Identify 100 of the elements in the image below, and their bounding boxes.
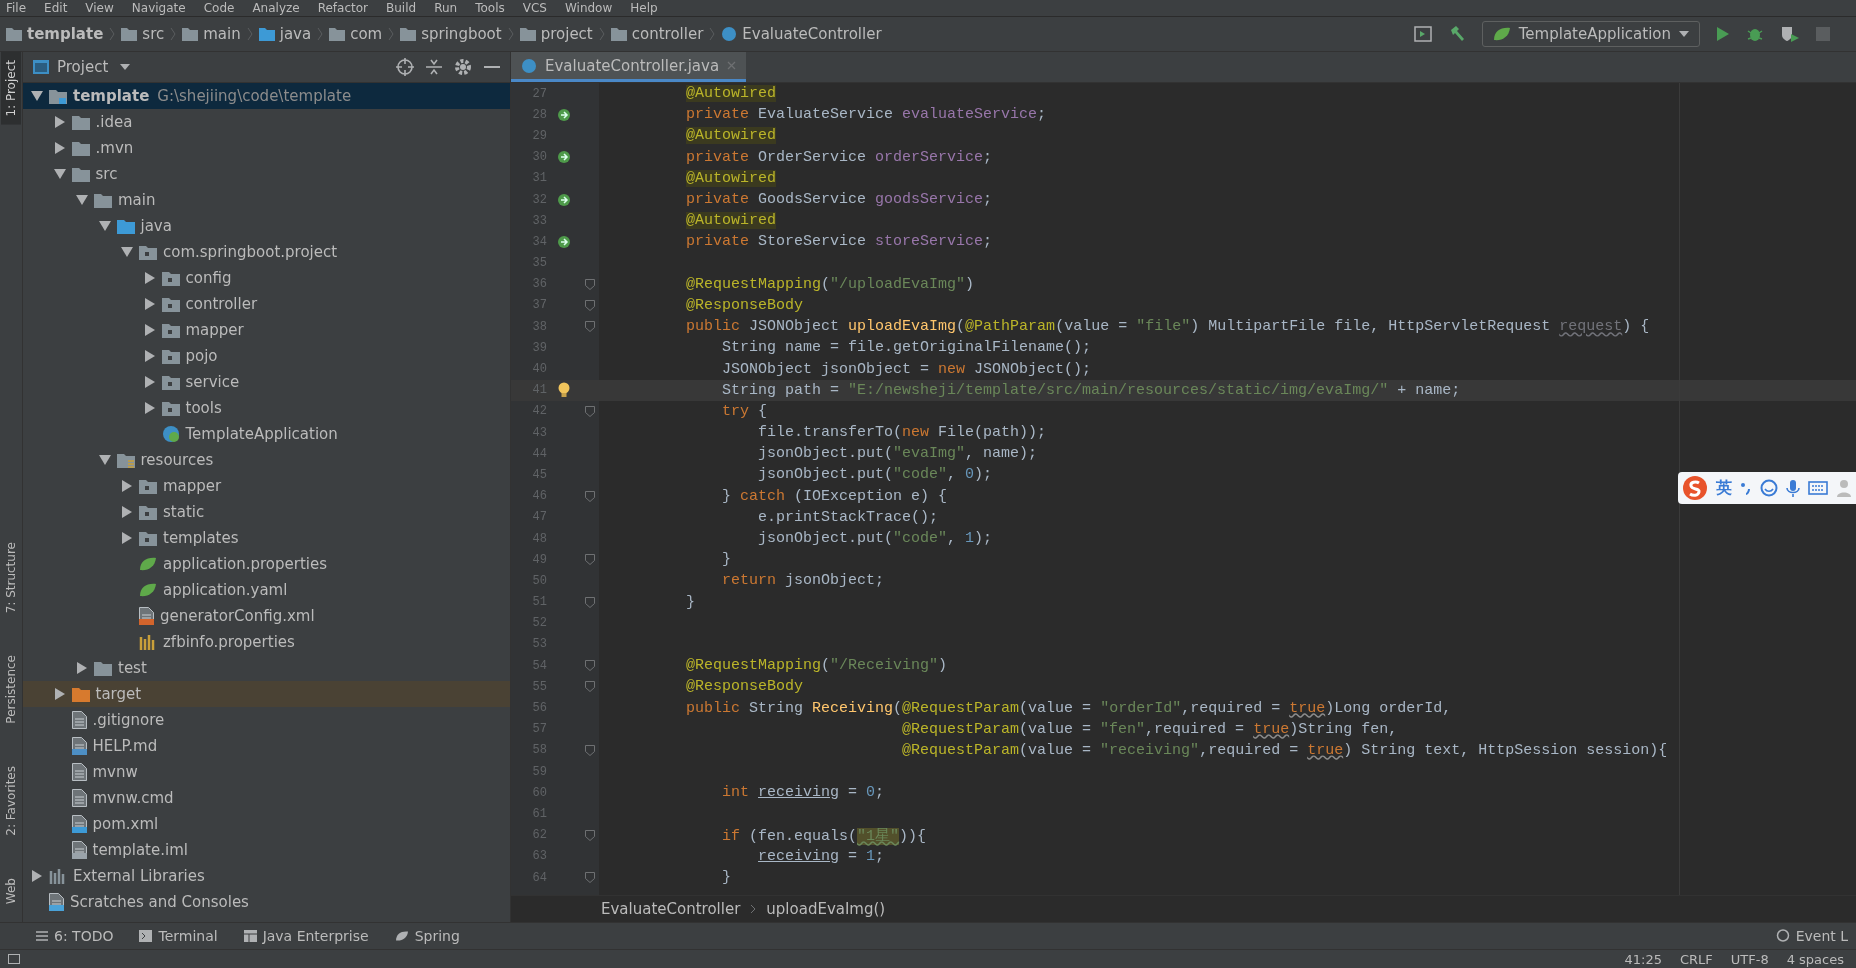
collapsed-arrow-icon[interactable] bbox=[143, 350, 156, 362]
line-separator-selector[interactable]: CRLF bbox=[1679, 951, 1713, 967]
tree-item[interactable]: generatorConfig.xml bbox=[23, 603, 510, 629]
ime-toolbar[interactable]: 英 bbox=[1678, 472, 1856, 504]
breadcrumb-item[interactable]: src bbox=[121, 25, 165, 43]
fold-icon[interactable] bbox=[585, 490, 595, 502]
tree-item[interactable]: resources bbox=[23, 447, 510, 473]
collapsed-arrow-icon[interactable] bbox=[143, 324, 156, 336]
bean-icon[interactable] bbox=[557, 192, 571, 207]
tree-item[interactable]: .idea bbox=[23, 109, 510, 135]
bean-icon[interactable] bbox=[557, 150, 571, 165]
menu-item[interactable]: Window bbox=[564, 0, 613, 16]
fold-icon[interactable] bbox=[585, 596, 595, 608]
menu-item[interactable]: Navigate bbox=[131, 0, 186, 16]
collapsed-arrow-icon[interactable] bbox=[53, 116, 66, 128]
menu-item[interactable]: View bbox=[85, 0, 114, 16]
fold-icon[interactable] bbox=[585, 829, 595, 841]
tree-item[interactable]: main bbox=[23, 187, 510, 213]
tool-window-tab[interactable]: 6: TODO bbox=[36, 928, 114, 944]
run-icon[interactable] bbox=[1716, 26, 1730, 42]
menu-item[interactable]: Edit bbox=[44, 0, 68, 16]
tree-item[interactable]: com.springboot.project bbox=[23, 239, 510, 265]
side-tab[interactable]: Web bbox=[1, 869, 21, 912]
breadcrumb-item[interactable]: EvaluateController bbox=[721, 25, 882, 43]
run-configuration-dropdown[interactable]: TemplateApplication bbox=[1481, 21, 1700, 47]
tree-item[interactable]: TemplateApplication bbox=[23, 421, 510, 447]
breadcrumb-item[interactable]: main bbox=[182, 25, 241, 43]
tree-item[interactable]: service bbox=[23, 369, 510, 395]
menu-item[interactable]: Run bbox=[434, 0, 458, 16]
collapsed-arrow-icon[interactable] bbox=[143, 298, 156, 310]
tool-window-tab[interactable]: Terminal bbox=[139, 928, 218, 944]
tree-item[interactable]: controller bbox=[23, 291, 510, 317]
tree-item[interactable]: application.properties bbox=[23, 551, 510, 577]
collapsed-arrow-icon[interactable] bbox=[143, 272, 156, 284]
encoding-selector[interactable]: UTF-8 bbox=[1730, 951, 1769, 967]
fold-icon[interactable] bbox=[585, 660, 595, 672]
fold-icon[interactable] bbox=[585, 405, 595, 417]
fold-icon[interactable] bbox=[585, 744, 595, 756]
tree-item[interactable]: mapper bbox=[23, 317, 510, 343]
fold-icon[interactable] bbox=[585, 554, 595, 566]
breadcrumb-item[interactable]: uploadEvaImg() bbox=[766, 900, 886, 918]
window-icon[interactable] bbox=[1413, 26, 1432, 42]
tree-item[interactable]: .gitignore bbox=[23, 707, 510, 733]
editor-tab[interactable]: EvaluateController.java bbox=[511, 52, 747, 82]
menu-item[interactable]: Tools bbox=[475, 0, 505, 16]
tool-window-tab[interactable]: Spring bbox=[394, 928, 460, 944]
tree-item[interactable]: src bbox=[23, 161, 510, 187]
tree-item[interactable]: .mvn bbox=[23, 135, 510, 161]
tree-item[interactable]: zfbinfo.properties bbox=[23, 629, 510, 655]
expanded-arrow-icon[interactable] bbox=[31, 91, 43, 101]
collapsed-arrow-icon[interactable] bbox=[53, 688, 66, 700]
collapse-icon[interactable] bbox=[426, 58, 442, 76]
tree-item[interactable]: target bbox=[23, 681, 510, 707]
breadcrumb-item[interactable]: controller bbox=[610, 25, 704, 43]
side-tab[interactable]: 2: Favorites bbox=[1, 758, 21, 844]
menu-item[interactable]: Refactor bbox=[317, 0, 369, 16]
collapsed-arrow-icon[interactable] bbox=[53, 142, 66, 154]
fold-icon[interactable] bbox=[585, 299, 595, 311]
breadcrumb-item[interactable]: com bbox=[329, 25, 383, 43]
tree-item[interactable]: test bbox=[23, 655, 510, 681]
menu-item[interactable]: VCS bbox=[522, 0, 547, 16]
square-icon[interactable] bbox=[8, 954, 20, 964]
breadcrumb-item[interactable]: java bbox=[258, 25, 312, 43]
tool-window-tab[interactable]: Java Enterprise bbox=[243, 928, 369, 944]
tree-item[interactable]: templates bbox=[23, 525, 510, 551]
minimize-icon[interactable] bbox=[484, 65, 500, 69]
tool-window-tab[interactable]: Event L bbox=[1775, 928, 1848, 944]
collapsed-arrow-icon[interactable] bbox=[121, 506, 133, 518]
fold-icon[interactable] bbox=[585, 681, 595, 693]
collapsed-arrow-icon[interactable] bbox=[143, 376, 156, 388]
breadcrumb-item[interactable]: springboot bbox=[400, 25, 502, 43]
tree-item[interactable]: mvnw bbox=[23, 759, 510, 785]
breadcrumb-item[interactable]: project bbox=[519, 25, 593, 43]
lightbulb-icon[interactable] bbox=[558, 382, 570, 399]
fold-icon[interactable] bbox=[585, 278, 595, 290]
breadcrumb-item[interactable]: template bbox=[6, 25, 104, 43]
cursor-position[interactable]: 41:25 bbox=[1624, 951, 1662, 967]
tree-item[interactable]: HELP.md bbox=[23, 733, 510, 759]
menu-item[interactable]: File bbox=[6, 0, 27, 16]
breadcrumb-item[interactable]: EvaluateController bbox=[601, 900, 741, 918]
fold-icon[interactable] bbox=[585, 321, 595, 333]
side-tab[interactable]: 7: Structure bbox=[1, 534, 21, 622]
collapsed-arrow-icon[interactable] bbox=[76, 662, 88, 674]
settings-icon[interactable] bbox=[454, 58, 472, 76]
menu-item[interactable]: Analyze bbox=[252, 0, 300, 16]
side-tab[interactable]: 1: Project bbox=[1, 52, 21, 125]
expanded-arrow-icon[interactable] bbox=[121, 247, 133, 257]
tree-item[interactable]: template G:\shejiing\code\template bbox=[23, 83, 510, 109]
tree-item[interactable]: application.yaml bbox=[23, 577, 510, 603]
tree-item[interactable]: mapper bbox=[23, 473, 510, 499]
tree-item[interactable]: static bbox=[23, 499, 510, 525]
bean-icon[interactable] bbox=[557, 234, 571, 249]
expanded-arrow-icon[interactable] bbox=[98, 455, 111, 465]
menu-item[interactable]: Help bbox=[630, 0, 658, 16]
expanded-arrow-icon[interactable] bbox=[76, 195, 88, 205]
tree-item[interactable]: pom.xml bbox=[23, 811, 510, 837]
tree-item[interactable]: config bbox=[23, 265, 510, 291]
caret-icon[interactable] bbox=[120, 64, 131, 70]
menu-item[interactable]: Code bbox=[203, 0, 235, 16]
tree-item[interactable]: tools bbox=[23, 395, 510, 421]
